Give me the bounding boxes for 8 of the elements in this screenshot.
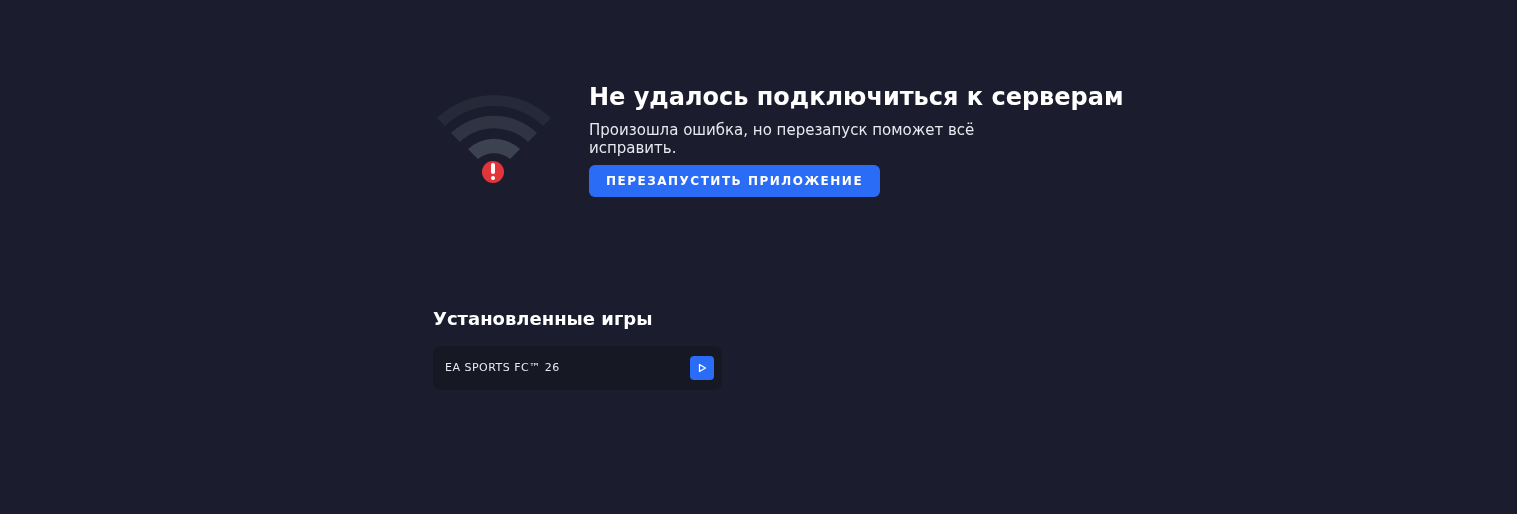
play-button[interactable] bbox=[690, 356, 714, 380]
restart-button[interactable]: ПЕРЕЗАПУСТИТЬ ПРИЛОЖЕНИЕ bbox=[589, 165, 881, 197]
error-message: Произошла ошибка, но перезапуск поможет всё исправить. bbox=[589, 121, 976, 157]
play-icon bbox=[697, 363, 707, 373]
game-title: EA SPORTS FC™ 26 bbox=[445, 359, 560, 376]
game-card[interactable]: EA SPORTS FC™ 26 bbox=[433, 346, 722, 390]
error-title: Не удалось подключиться к серверам bbox=[589, 82, 1124, 112]
section-heading: Установленные игры bbox=[433, 307, 654, 331]
